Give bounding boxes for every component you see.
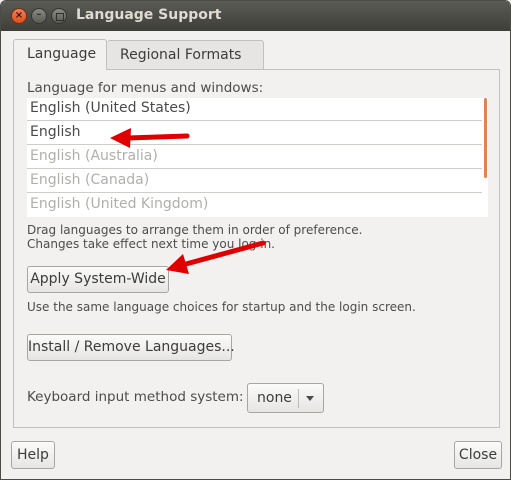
- combo-separator: [298, 389, 299, 408]
- list-item[interactable]: English: [27, 122, 482, 145]
- apply-note-text: Use the same language choices for startu…: [27, 300, 416, 314]
- help-button[interactable]: Help: [11, 441, 55, 469]
- keyboard-input-label: Keyboard input method system:: [27, 389, 244, 405]
- apply-system-wide-button[interactable]: Apply System-Wide: [27, 266, 169, 293]
- chevron-down-icon: [306, 396, 314, 401]
- keyboard-input-value: none: [257, 390, 292, 406]
- tab-regional-formats[interactable]: Regional Formats: [107, 40, 264, 69]
- tab-language[interactable]: Language: [13, 39, 107, 70]
- title-bar[interactable]: × – Language Support: [1, 1, 510, 31]
- language-support-window: × – Language Support Language Regional F…: [0, 0, 511, 480]
- close-button[interactable]: Close: [454, 441, 502, 469]
- list-item[interactable]: English (Australia): [27, 146, 482, 169]
- window-title: Language Support: [76, 7, 222, 23]
- minimize-icon[interactable]: –: [31, 8, 47, 24]
- changes-hint-text: Changes take effect next time you log in…: [27, 237, 275, 251]
- install-remove-languages-button[interactable]: Install / Remove Languages...: [27, 334, 235, 361]
- list-item[interactable]: English (United States): [27, 98, 482, 121]
- keyboard-input-select[interactable]: none: [247, 383, 324, 413]
- close-icon[interactable]: ×: [11, 8, 27, 24]
- drag-hint-text: Drag languages to arrange them in order …: [27, 223, 363, 237]
- list-item[interactable]: English (Canada): [27, 170, 482, 193]
- language-list[interactable]: English (United States) English English …: [27, 98, 488, 217]
- list-item[interactable]: English (United Kingdom): [27, 194, 482, 217]
- language-list-label: Language for menus and windows:: [27, 80, 264, 96]
- list-scrollbar[interactable]: [484, 98, 487, 178]
- maximize-icon[interactable]: [51, 8, 67, 24]
